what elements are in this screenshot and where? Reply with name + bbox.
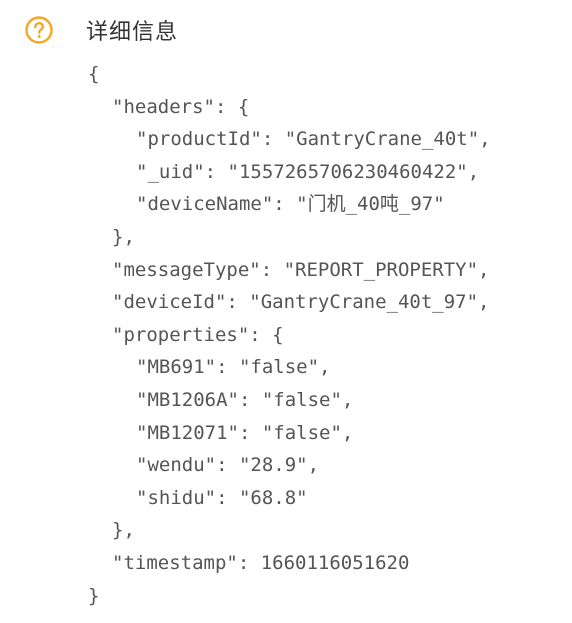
json-line: "deviceId": "GantryCrane_40t_97",: [112, 291, 490, 314]
json-code-block: { "headers": { "productId": "GantryCrane…: [88, 58, 491, 612]
json-line: },: [112, 225, 135, 248]
json-line: "shidu": "68.8": [136, 486, 308, 509]
json-line: "_uid": "1557265706230460422",: [136, 160, 480, 183]
json-line: "deviceName": "门机_40吨_97": [136, 193, 445, 216]
json-line: "MB12071": "false",: [136, 421, 354, 444]
page-title: 详细信息: [86, 20, 179, 45]
question-circle-icon[interactable]: [24, 15, 54, 45]
json-line: "MB1206A": "false",: [136, 388, 354, 411]
json-line: "headers": {: [112, 95, 250, 118]
json-line: "messageType": "REPORT_PROPERTY",: [112, 258, 490, 281]
json-line: },: [112, 519, 135, 542]
json-line: "timestamp": 1660116051620: [112, 551, 410, 574]
json-line: "wendu": "28.9",: [136, 454, 320, 477]
json-line: {: [88, 63, 100, 85]
json-line: "productId": "GantryCrane_40t",: [136, 128, 491, 151]
json-line: "MB691": "false",: [136, 356, 331, 379]
detail-header: 详细信息: [24, 10, 178, 50]
json-line: }: [88, 584, 100, 607]
json-line: "properties": {: [112, 323, 284, 346]
